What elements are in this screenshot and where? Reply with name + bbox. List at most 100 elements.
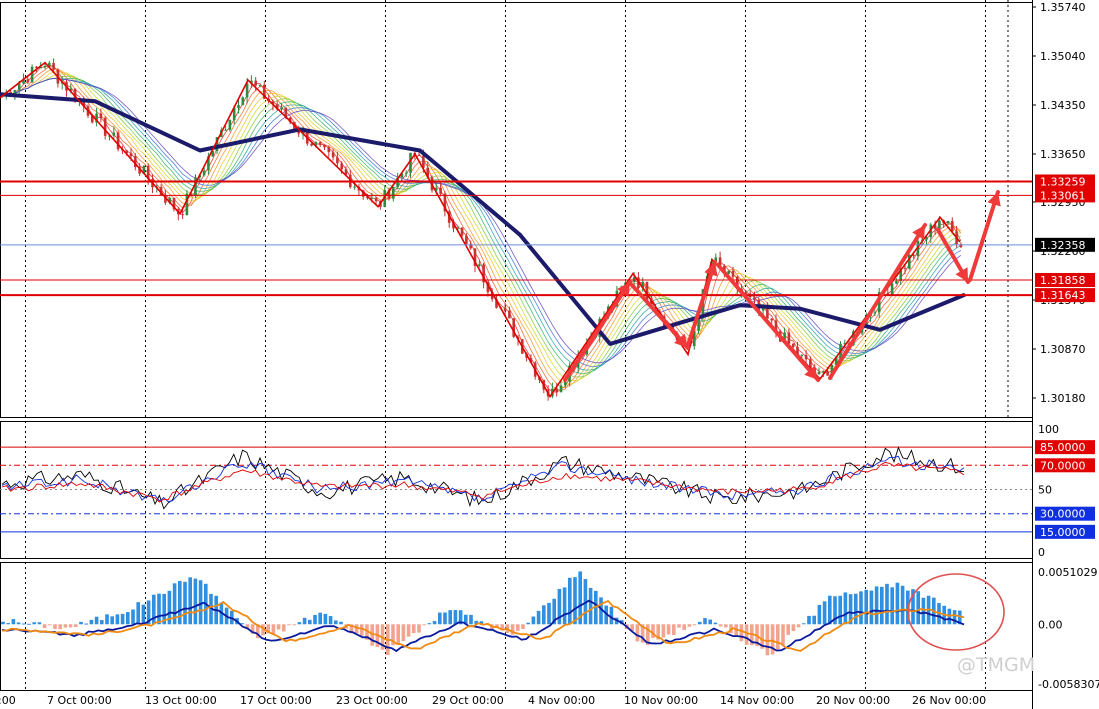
macd-bar [739,624,744,642]
trend-arrow [828,223,927,380]
trend-arrow [716,263,820,382]
candle-body [228,119,232,130]
ribbon-ma-line [1,71,961,385]
macd-bar [27,623,31,625]
macd-bar [313,614,317,625]
time-axis-label: 17 Oct 00:00 [240,694,312,707]
macd-bar [916,591,920,625]
candle-body [753,297,756,301]
price-panel [0,58,1032,401]
price-tick-label: 1.35040 [1040,50,1086,63]
macd-bar [401,624,406,642]
candle-body [645,281,649,301]
macd-bar [724,624,728,628]
macd-bar [791,624,796,632]
level-tag-label: 1.31858 [1040,274,1086,287]
macd-bar [448,610,452,625]
macd-bar [588,587,593,625]
candle-body [353,186,356,188]
macd-bar [661,624,666,638]
macd-bar [885,583,889,625]
candle-body [439,187,442,194]
candle-body [112,132,116,136]
macd-bar [74,624,78,627]
macd-bar [438,612,442,625]
macd-bar [37,622,42,625]
level-tag-label: 1.33259 [1040,175,1086,188]
macd-bar [692,624,697,626]
macd-bar [183,581,187,625]
macd-bar [79,621,83,625]
macd-bar [718,624,723,627]
candle-body [826,371,829,376]
candle-body [318,142,322,145]
candle-body [103,117,107,136]
macd-bar [276,624,281,630]
macd-bar [16,622,21,625]
rsi-axis-label: 0 [1038,546,1045,559]
candle-body [822,371,825,373]
macd-bar [6,623,10,625]
macd-bar [89,619,94,625]
candle-body [903,267,907,269]
macd-bar [188,577,192,625]
macd-bar [157,593,161,625]
rsi-level-label: 15.0000 [1040,526,1086,539]
macd-bar [526,622,530,625]
candle-body [951,221,954,232]
time-axis-label: 20 Nov 00:00 [816,694,890,707]
rsi-level-label: 30.0000 [1040,508,1086,521]
macd-bar [635,624,640,642]
macd-bar [573,577,577,625]
macd-bar [744,624,749,645]
candle-body [817,371,821,375]
macd-bar [817,604,822,625]
macd-bar [32,622,36,625]
macd-bar [1,621,5,625]
forex-chart[interactable]: 1.357401.350401.343501.336501.329501.322… [0,0,1099,709]
macd-bar [63,624,68,628]
candle-body [770,318,773,321]
time-axis-label: 10 Nov 00:00 [624,694,698,707]
macd-bar [874,586,879,625]
zigzag-line [0,61,961,399]
time-axis-label: 7 Oct 00:00 [47,694,112,707]
macd-bar [666,624,671,635]
macd-axis-label: -0.0058307 [1038,678,1099,691]
trend-arrow-shaft [716,263,820,382]
trend-arrow-shaft [968,190,1000,282]
macd-bar [282,624,286,632]
macd-bar [542,605,546,625]
candle-body [26,79,30,83]
macd-bar [100,620,104,625]
macd-bar [292,624,296,626]
macd-axis-label: 0.00 [1038,618,1063,631]
candle-body [52,63,55,70]
macd-bar [141,604,146,625]
macd-bar [360,624,364,636]
macd-bar [193,578,198,625]
chart-window: 1.357401.350401.343501.336501.329501.322… [0,0,1099,709]
macd-bar [838,595,842,625]
level-tag-label: 1.31643 [1040,289,1086,302]
current-price-label: 1.32358 [1040,239,1086,252]
candle-body [404,172,408,174]
ribbon-ma-line [1,64,962,393]
macd-bar [864,589,868,625]
price-tick-label: 1.34350 [1040,99,1086,112]
macd-bar [796,624,801,628]
rsi-line [1,461,965,503]
rsi-line [1,455,965,503]
candle-body [254,80,257,86]
macd-bar [609,606,614,625]
macd-bar [890,587,894,625]
macd-bar [786,624,790,635]
time-axis-label: 4 Nov 00:00 [528,694,595,707]
watermark: @TMGM [957,654,1036,676]
macd-bar [58,624,62,630]
macd-bar [328,616,333,625]
macd-bar [765,624,770,656]
macd-bar [334,620,338,625]
candle-body [508,310,511,319]
candle-body [564,381,567,386]
